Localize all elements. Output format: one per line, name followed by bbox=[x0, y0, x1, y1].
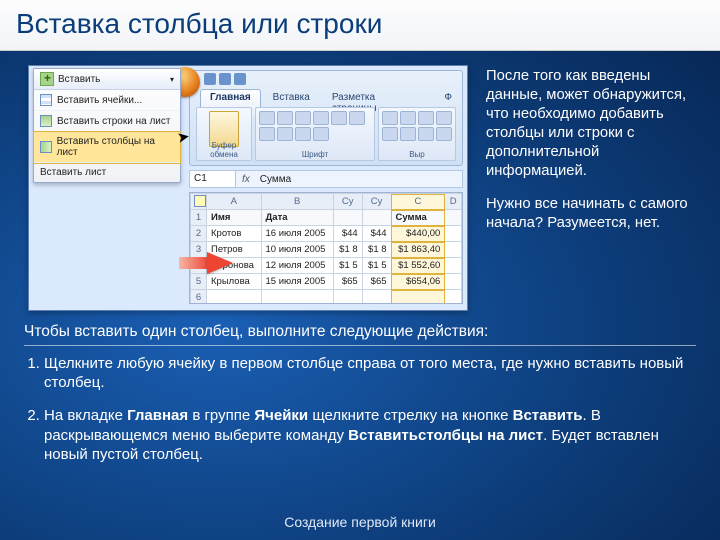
dd-item-columns[interactable]: Вставить столбцы на лист bbox=[34, 132, 180, 163]
ribbon: Главная Вставка Разметка страницы Ф Буфе… bbox=[189, 70, 463, 166]
group-align: Выр bbox=[378, 107, 456, 161]
subheading: Чтобы вставить один столбец, выполните с… bbox=[24, 323, 696, 346]
namebox[interactable]: C1 bbox=[190, 171, 236, 187]
formula-value[interactable]: Сумма bbox=[256, 174, 295, 185]
dd-label: Вставить строки на лист bbox=[57, 116, 170, 127]
steps-list: Щелкните любую ячейку в первом столбце с… bbox=[44, 354, 686, 464]
intro-text: После того как введены данные, может обн… bbox=[486, 65, 700, 311]
insert-dropdown: Вставить ▾ Вставить ячейки... Вставить с… bbox=[33, 68, 181, 183]
red-arrow-icon bbox=[207, 252, 233, 274]
dd-item-cells[interactable]: Вставить ячейки... bbox=[34, 90, 180, 111]
group-label: Шрифт bbox=[256, 150, 374, 159]
group-clipboard: Буфер обмена bbox=[196, 107, 252, 161]
qat-icon[interactable] bbox=[234, 73, 246, 85]
group-label: Выр bbox=[379, 150, 455, 159]
columns-icon bbox=[40, 141, 52, 153]
group-font: Шрифт bbox=[255, 107, 375, 161]
group-label: Буфер обмена bbox=[197, 141, 251, 159]
worksheet[interactable]: ABСуСуCD 1ИмяДатаСумма2Кротов16 июля 200… bbox=[189, 192, 463, 304]
insert-icon bbox=[40, 72, 54, 86]
cells-icon bbox=[40, 94, 52, 106]
qat-icon[interactable] bbox=[219, 73, 231, 85]
chevron-down-icon: ▾ bbox=[170, 75, 174, 84]
rows-icon bbox=[40, 115, 52, 127]
dd-item-rows[interactable]: Вставить строки на лист bbox=[34, 111, 180, 132]
excel-screenshot: Вставить ▾ Вставить ячейки... Вставить с… bbox=[28, 65, 468, 311]
quick-access-toolbar bbox=[204, 73, 246, 85]
fx-icon[interactable]: fx bbox=[236, 174, 256, 185]
dd-label: Вставить ячейки... bbox=[57, 95, 142, 106]
formula-bar: C1 fx Сумма bbox=[189, 170, 463, 188]
step-2: На вкладке Главная в группе Ячейки щелкн… bbox=[44, 406, 686, 464]
dd-item-sheet[interactable]: Вставить лист bbox=[34, 163, 180, 182]
qat-icon[interactable] bbox=[204, 73, 216, 85]
paragraph: Нужно все начинать с самого начала? Разу… bbox=[486, 195, 700, 233]
dd-label: Вставить столбцы на лист bbox=[57, 136, 174, 158]
footer-text: Создание первой книги bbox=[0, 514, 720, 530]
sheet-icon bbox=[194, 195, 206, 207]
page-title: Вставка столбца или строки bbox=[0, 0, 720, 51]
dropdown-head: Вставить ▾ bbox=[34, 69, 180, 90]
step-1: Щелкните любую ячейку в первом столбце с… bbox=[44, 354, 686, 392]
dropdown-head-label: Вставить bbox=[58, 74, 100, 85]
paragraph: После того как введены данные, может обн… bbox=[486, 67, 700, 181]
dd-label: Вставить лист bbox=[40, 167, 106, 178]
